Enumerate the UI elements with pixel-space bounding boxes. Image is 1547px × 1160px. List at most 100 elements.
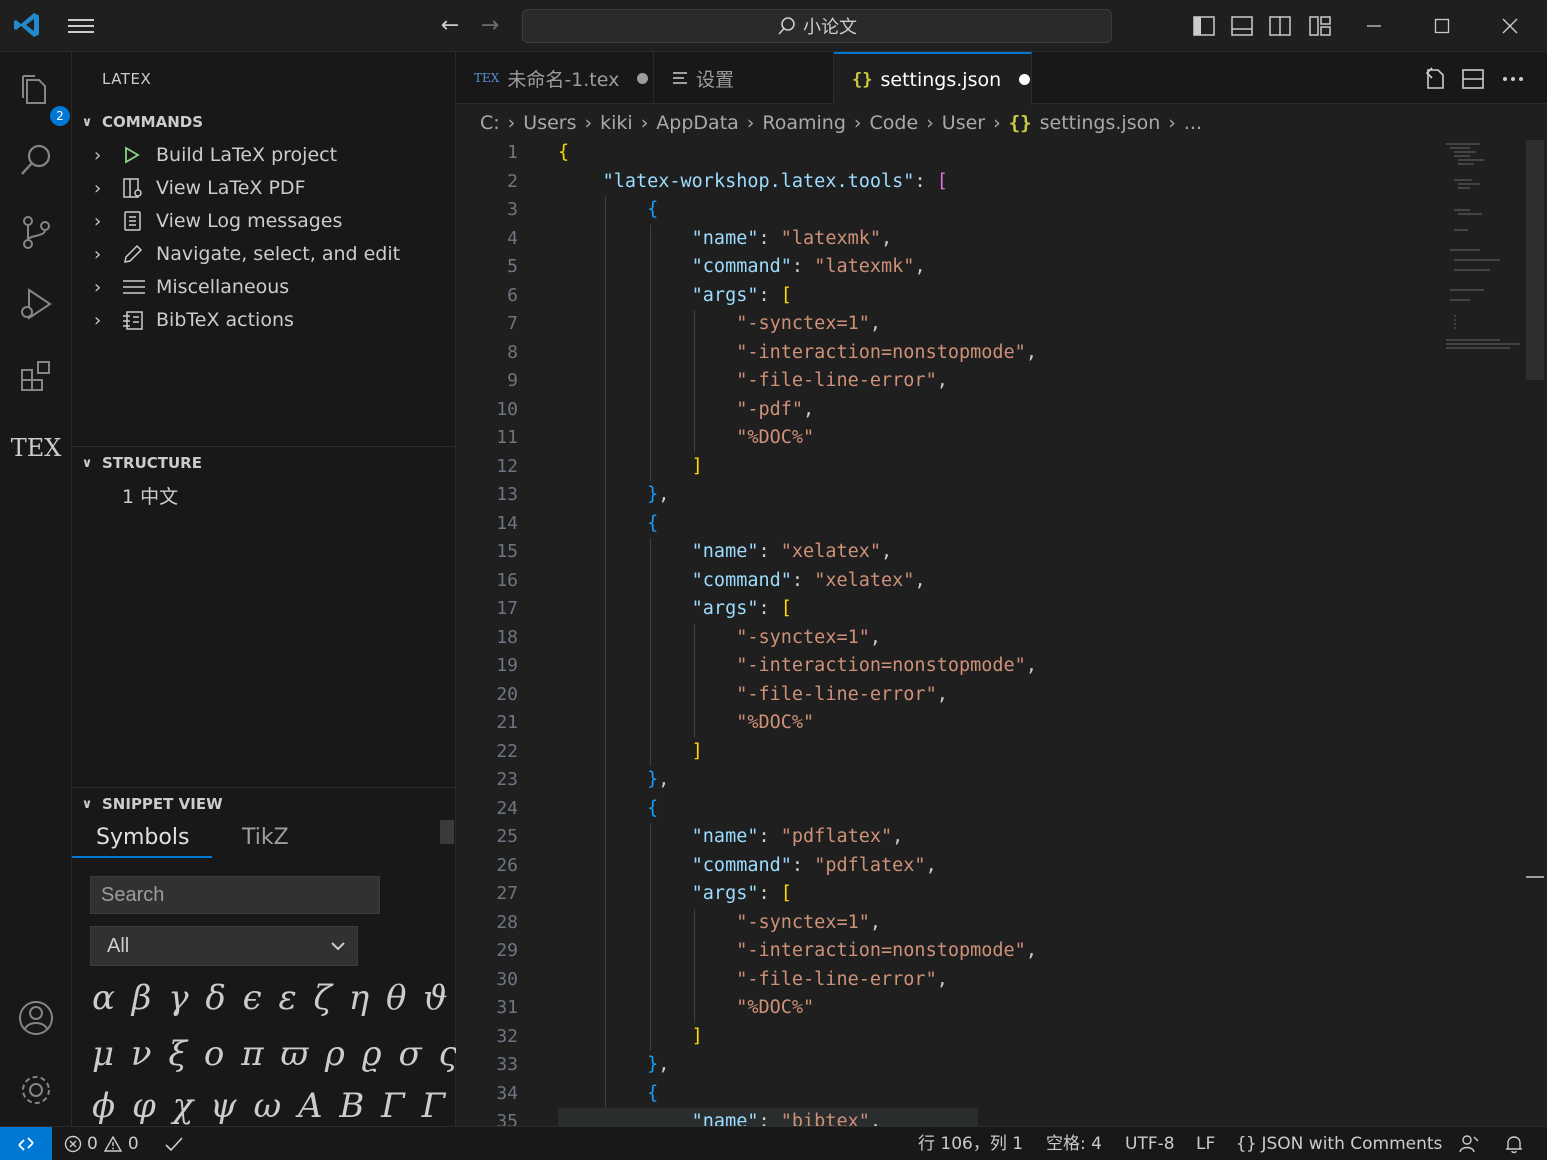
remote-indicator[interactable] bbox=[0, 1127, 52, 1160]
code-line[interactable]: "command": "xelatex", bbox=[558, 567, 926, 596]
code-line[interactable]: "-file-line-error", bbox=[558, 966, 948, 995]
breadcrumb-item[interactable]: User bbox=[942, 112, 985, 134]
toggle-secondary-sidebar-icon[interactable] bbox=[1268, 14, 1292, 38]
command-center-search[interactable]: 小论文 bbox=[522, 9, 1112, 43]
live-share-button[interactable] bbox=[1458, 1127, 1480, 1160]
code-line[interactable]: "command": "latexmk", bbox=[558, 253, 926, 282]
code-line[interactable]: ] bbox=[558, 1023, 703, 1052]
code-line[interactable]: "%DOC%" bbox=[558, 709, 814, 738]
breadcrumb-item[interactable]: C: bbox=[480, 112, 500, 134]
code-line[interactable]: ] bbox=[558, 453, 703, 482]
structure-section-header[interactable]: ∨ STRUCTURE bbox=[72, 449, 456, 477]
code-editor[interactable]: 1 2 3 4 5 6 7 8 9 10 11 12 13 14 15 16 17 18 19 20 21 22 23 24 2… bbox=[456, 140, 1526, 1126]
code-line[interactable]: }, bbox=[558, 766, 669, 795]
code-line[interactable]: "args": [ bbox=[558, 595, 792, 624]
extensions-button[interactable] bbox=[12, 352, 60, 400]
code-line[interactable]: }, bbox=[558, 1051, 669, 1080]
split-editor-icon[interactable] bbox=[1460, 66, 1486, 92]
notifications-button[interactable] bbox=[1504, 1127, 1524, 1160]
code-line[interactable]: "-synctex=1", bbox=[558, 909, 881, 938]
code-line[interactable]: "command": "pdflatex", bbox=[558, 852, 937, 881]
editor-scrollbar[interactable] bbox=[1526, 140, 1544, 1126]
code-line[interactable]: ] bbox=[558, 738, 703, 767]
code-line[interactable]: "latex-workshop.latex.tools": [ bbox=[558, 168, 948, 197]
maximize-button[interactable] bbox=[1422, 10, 1462, 42]
code-line[interactable]: "-interaction=nonstopmode", bbox=[558, 652, 1037, 681]
code-line[interactable]: }, bbox=[558, 481, 669, 510]
code-line[interactable]: { bbox=[558, 140, 569, 168]
accounts-button[interactable] bbox=[12, 994, 60, 1042]
vscode-logo-icon[interactable] bbox=[12, 10, 42, 40]
code-line[interactable]: { bbox=[558, 510, 658, 539]
code-line[interactable]: "-file-line-error", bbox=[558, 367, 948, 396]
encoding-setting[interactable]: UTF-8 bbox=[1125, 1127, 1175, 1160]
command-build-latex[interactable]: › Build LaTeX project bbox=[72, 139, 456, 171]
arrow-right-icon[interactable]: → bbox=[478, 14, 502, 38]
code-line[interactable]: "name": "xelatex", bbox=[558, 538, 893, 567]
indentation-setting[interactable]: 空格: 4 bbox=[1046, 1127, 1102, 1160]
breadcrumb-item[interactable]: AppData bbox=[656, 112, 739, 134]
snippet-section-header[interactable]: ∨ SNIPPET VIEW bbox=[72, 790, 456, 818]
unsaved-dot-icon[interactable] bbox=[1019, 74, 1031, 85]
breadcrumb-item[interactable]: kiki bbox=[600, 112, 633, 134]
minimize-button[interactable] bbox=[1354, 10, 1394, 42]
code-line[interactable]: "%DOC%" bbox=[558, 424, 814, 453]
scrollbar-thumb[interactable] bbox=[1526, 140, 1544, 380]
explorer-button[interactable]: 2 bbox=[12, 66, 70, 126]
code-line[interactable]: "-synctex=1", bbox=[558, 310, 881, 339]
breadcrumb-item[interactable]: Code bbox=[870, 112, 919, 134]
tex-button[interactable]: TEX bbox=[11, 424, 62, 472]
code-line[interactable]: "name": "pdflatex", bbox=[558, 823, 904, 852]
close-button[interactable] bbox=[1490, 10, 1530, 42]
code-line[interactable]: "-synctex=1", bbox=[558, 624, 881, 653]
code-line[interactable]: "name": "latexmk", bbox=[558, 225, 893, 254]
minimap[interactable] bbox=[1440, 140, 1528, 380]
command-view-pdf[interactable]: › View LaTeX PDF bbox=[72, 172, 456, 204]
command-bibtex[interactable]: › BibTeX actions bbox=[72, 304, 456, 336]
manage-button[interactable] bbox=[12, 1066, 60, 1114]
toggle-sidebar-icon[interactable] bbox=[1192, 14, 1216, 38]
symbol-category-select[interactable]: All bbox=[90, 926, 358, 966]
more-actions-icon[interactable] bbox=[1500, 66, 1526, 92]
code-line[interactable]: "%DOC%" bbox=[558, 994, 814, 1023]
toggle-panel-icon[interactable] bbox=[1230, 14, 1254, 38]
code-line[interactable]: "-file-line-error", bbox=[558, 681, 948, 710]
customize-layout-icon[interactable] bbox=[1308, 14, 1332, 38]
search-button[interactable] bbox=[12, 136, 60, 184]
hamburger-menu-icon[interactable] bbox=[66, 14, 96, 38]
breadcrumb-item[interactable]: Users bbox=[523, 112, 576, 134]
cursor-position[interactable]: 行 106，列 1 bbox=[918, 1127, 1023, 1160]
command-navigate[interactable]: › Navigate, select, and edit bbox=[72, 238, 456, 270]
tab-symbols[interactable]: Symbols bbox=[96, 818, 189, 858]
arrow-left-icon[interactable]: ← bbox=[438, 14, 462, 38]
tab-settings-ui[interactable]: 设置 bbox=[654, 52, 834, 104]
code-line[interactable]: "args": [ bbox=[558, 282, 792, 311]
code-line[interactable]: { bbox=[558, 1080, 658, 1109]
code-line[interactable]: "-pdf", bbox=[558, 396, 814, 425]
code-line[interactable]: "-interaction=nonstopmode", bbox=[558, 339, 1037, 368]
code-line[interactable]: "args": [ bbox=[558, 880, 792, 909]
run-debug-button[interactable] bbox=[12, 280, 60, 328]
latex-build-status[interactable] bbox=[164, 1127, 184, 1160]
open-settings-ui-icon[interactable] bbox=[1422, 66, 1448, 92]
tab-settings-json[interactable]: {} settings.json bbox=[834, 52, 1032, 105]
symbol-search-input[interactable] bbox=[90, 876, 380, 914]
eol-setting[interactable]: LF bbox=[1196, 1127, 1215, 1160]
code-line[interactable]: "-interaction=nonstopmode", bbox=[558, 937, 1037, 966]
tab-untitled-tex[interactable]: TEX 未命名-1.tex bbox=[456, 52, 654, 104]
command-misc[interactable]: › Miscellaneous bbox=[72, 271, 456, 303]
language-mode[interactable]: {} JSON with Comments bbox=[1236, 1127, 1442, 1160]
snippet-scrollbar[interactable] bbox=[440, 820, 454, 844]
breadcrumb-item[interactable]: ... bbox=[1184, 112, 1202, 134]
problems-indicator[interactable]: 0 0 bbox=[64, 1127, 139, 1160]
code-line[interactable]: { bbox=[558, 196, 658, 225]
source-control-button[interactable] bbox=[12, 208, 60, 256]
commands-section-header[interactable]: ∨ COMMANDS bbox=[72, 108, 456, 136]
symbol-row[interactable]: ϕ φ χ ψ ω Α Β Γ Γ Δ bbox=[92, 1086, 490, 1126]
code-line[interactable]: "name": "bibtex", bbox=[558, 1108, 881, 1126]
code-line[interactable]: { bbox=[558, 795, 658, 824]
command-view-log[interactable]: › View Log messages bbox=[72, 205, 456, 237]
unsaved-dot-icon[interactable] bbox=[637, 72, 649, 84]
structure-item[interactable]: 1 中文 bbox=[122, 482, 178, 509]
breadcrumb-item[interactable]: settings.json bbox=[1040, 112, 1161, 134]
